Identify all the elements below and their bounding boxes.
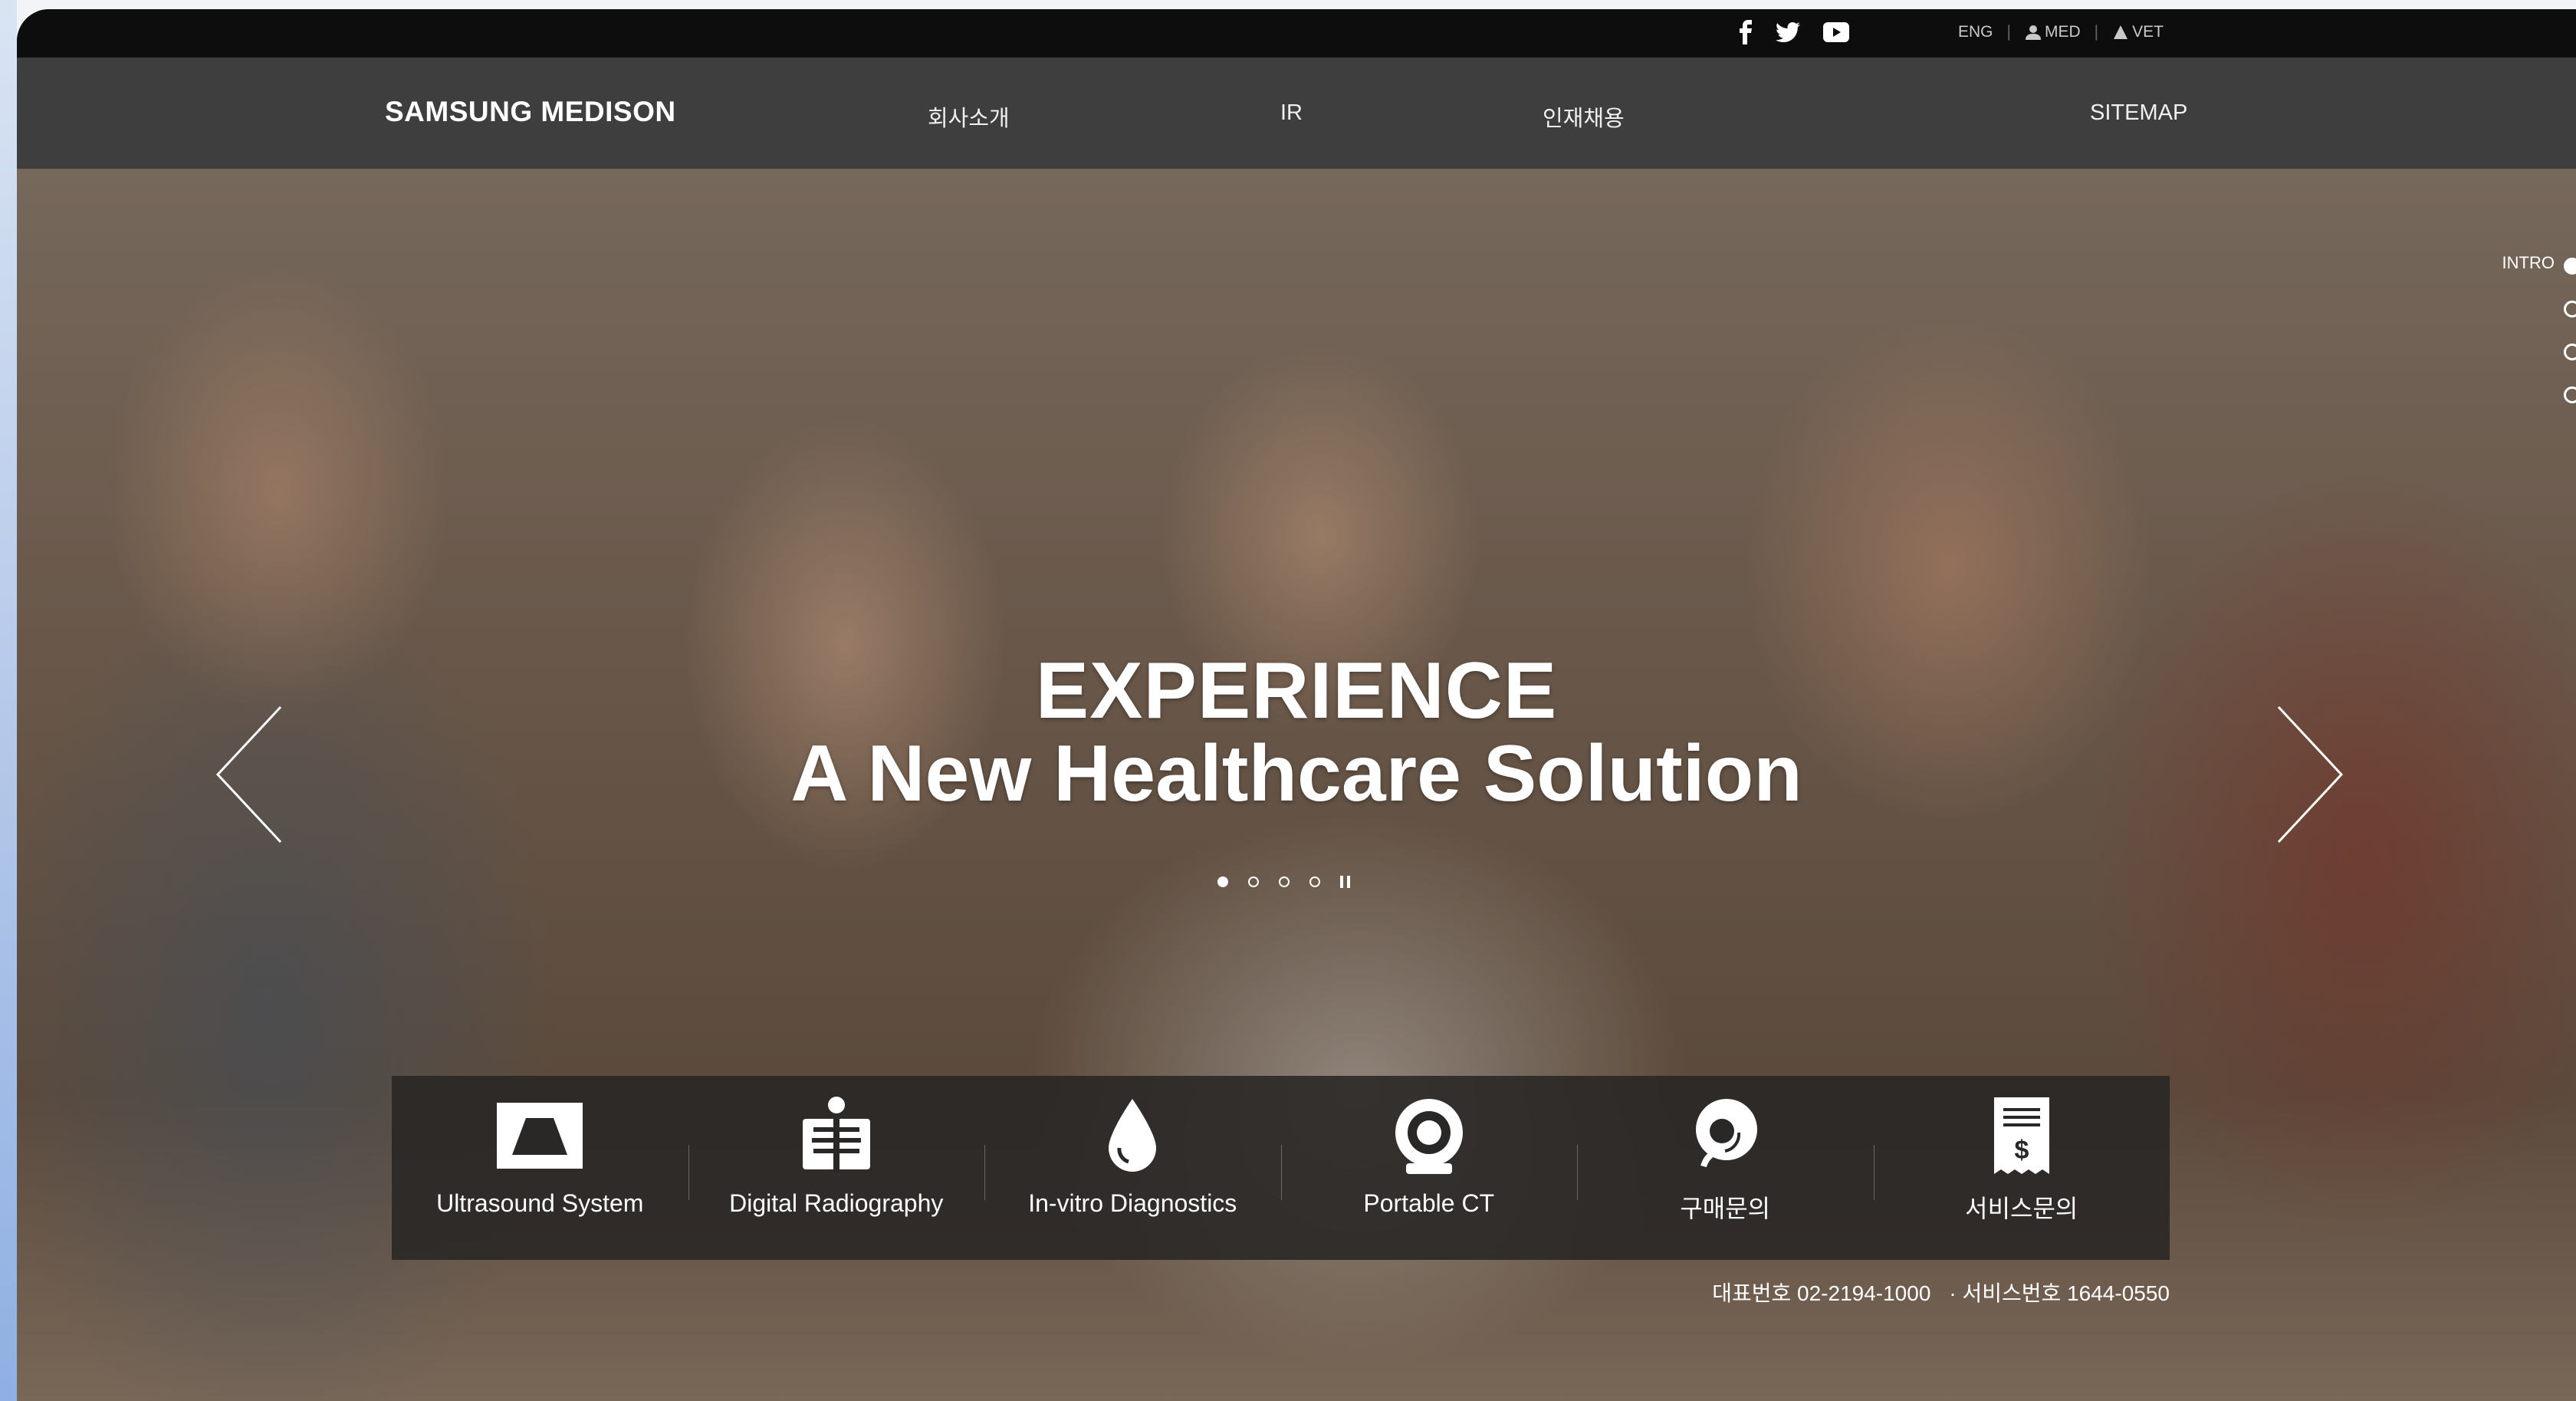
service-inquiry[interactable]: $ 서비스문의 [1873, 1076, 2170, 1260]
hero-banner: INTRO EXPERIENCE A New Healthcare Soluti… [17, 169, 2576, 1401]
vet-link[interactable]: VET [2112, 23, 2164, 41]
service-phone: · 서비스번호 1644-0550 [1949, 1281, 2170, 1305]
section-indicator[interactable] [2564, 344, 2576, 360]
divider: | [2006, 23, 2011, 41]
section-indicator[interactable] [2564, 301, 2576, 317]
med-label: MED [2044, 23, 2081, 41]
eng-link[interactable]: ENG [1958, 23, 1993, 41]
med-link[interactable]: MED [2025, 23, 2081, 41]
product-invitro[interactable]: In-vitro Diagnostics [984, 1076, 1281, 1260]
nav-item-careers[interactable]: 인재채용 [1543, 100, 1625, 133]
animal-icon [2114, 25, 2128, 39]
utility-links: ENG | MED | VET [1958, 23, 2164, 41]
purchase-inquiry[interactable]: 구매문의 [1577, 1076, 1874, 1260]
nav-item-company[interactable]: 회사소개 [928, 100, 1010, 133]
nav-item-sitemap[interactable]: SITEMAP [2090, 100, 2187, 126]
product-bar: Ultrasound System Digital Radiography In… [392, 1076, 2170, 1260]
slide-pagination [1217, 876, 1350, 888]
ultrasound-icon [495, 1097, 584, 1174]
svg-text:$: $ [2014, 1136, 2029, 1165]
main-nav: SAMSUNG MEDISON 회사소개 IR 인재채용 SITEMAP [17, 58, 2576, 169]
product-ultrasound[interactable]: Ultrasound System [392, 1076, 688, 1260]
main-phone: 대표번호 02-2194-1000 [1712, 1281, 1931, 1305]
youtube-icon[interactable] [1823, 22, 1849, 46]
facebook-icon[interactable] [1739, 20, 1753, 48]
ct-scanner-icon [1392, 1097, 1466, 1174]
twitter-icon[interactable] [1776, 22, 1800, 46]
vet-label: VET [2132, 23, 2164, 41]
radiography-icon [798, 1097, 875, 1174]
product-radiography[interactable]: Digital Radiography [688, 1076, 985, 1260]
product-label: Ultrasound System [436, 1189, 644, 1217]
product-label: Digital Radiography [729, 1189, 944, 1217]
pause-icon[interactable] [1340, 876, 1350, 888]
browser-page: ENG | MED | VET SAMSUNG MEDISON 회사소개 IR … [17, 9, 2576, 1401]
hero-title-line2: A New Healthcare Solution [790, 729, 1802, 818]
product-label: 구매문의 [1680, 1195, 1771, 1222]
slide-dot[interactable] [1309, 876, 1320, 887]
product-label: In-vitro Diagnostics [1028, 1189, 1237, 1217]
receipt-icon: $ [1991, 1097, 2052, 1174]
divider: | [2094, 23, 2099, 41]
social-links [1739, 20, 1849, 48]
intro-label: INTRO [2502, 253, 2555, 272]
section-indicator-active[interactable] [2564, 258, 2576, 275]
drop-icon [1106, 1097, 1159, 1174]
nav-item-ir[interactable]: IR [1280, 100, 1303, 126]
slide-dot[interactable] [1248, 876, 1259, 887]
product-portable-ct[interactable]: Portable CT [1280, 1076, 1578, 1260]
utility-bar: ENG | MED | VET [17, 9, 2576, 58]
product-label: Portable CT [1363, 1189, 1495, 1217]
consultant-icon [1688, 1097, 1762, 1174]
slide-dot[interactable] [1279, 876, 1290, 887]
side-indicator: INTRO [2502, 253, 2555, 273]
hero-title-line1: EXPERIENCE [1035, 646, 1558, 735]
logo[interactable]: SAMSUNG MEDISON [385, 96, 676, 128]
contact-numbers: 대표번호 02-2194-1000 · 서비스번호 1644-0550 [1712, 1277, 2170, 1307]
product-label: 서비스문의 [1965, 1195, 2078, 1222]
slide-dot-active[interactable] [1217, 876, 1228, 887]
desktop-edge [0, 0, 17, 1401]
person-icon [2025, 25, 2041, 40]
section-indicator[interactable] [2564, 386, 2576, 403]
